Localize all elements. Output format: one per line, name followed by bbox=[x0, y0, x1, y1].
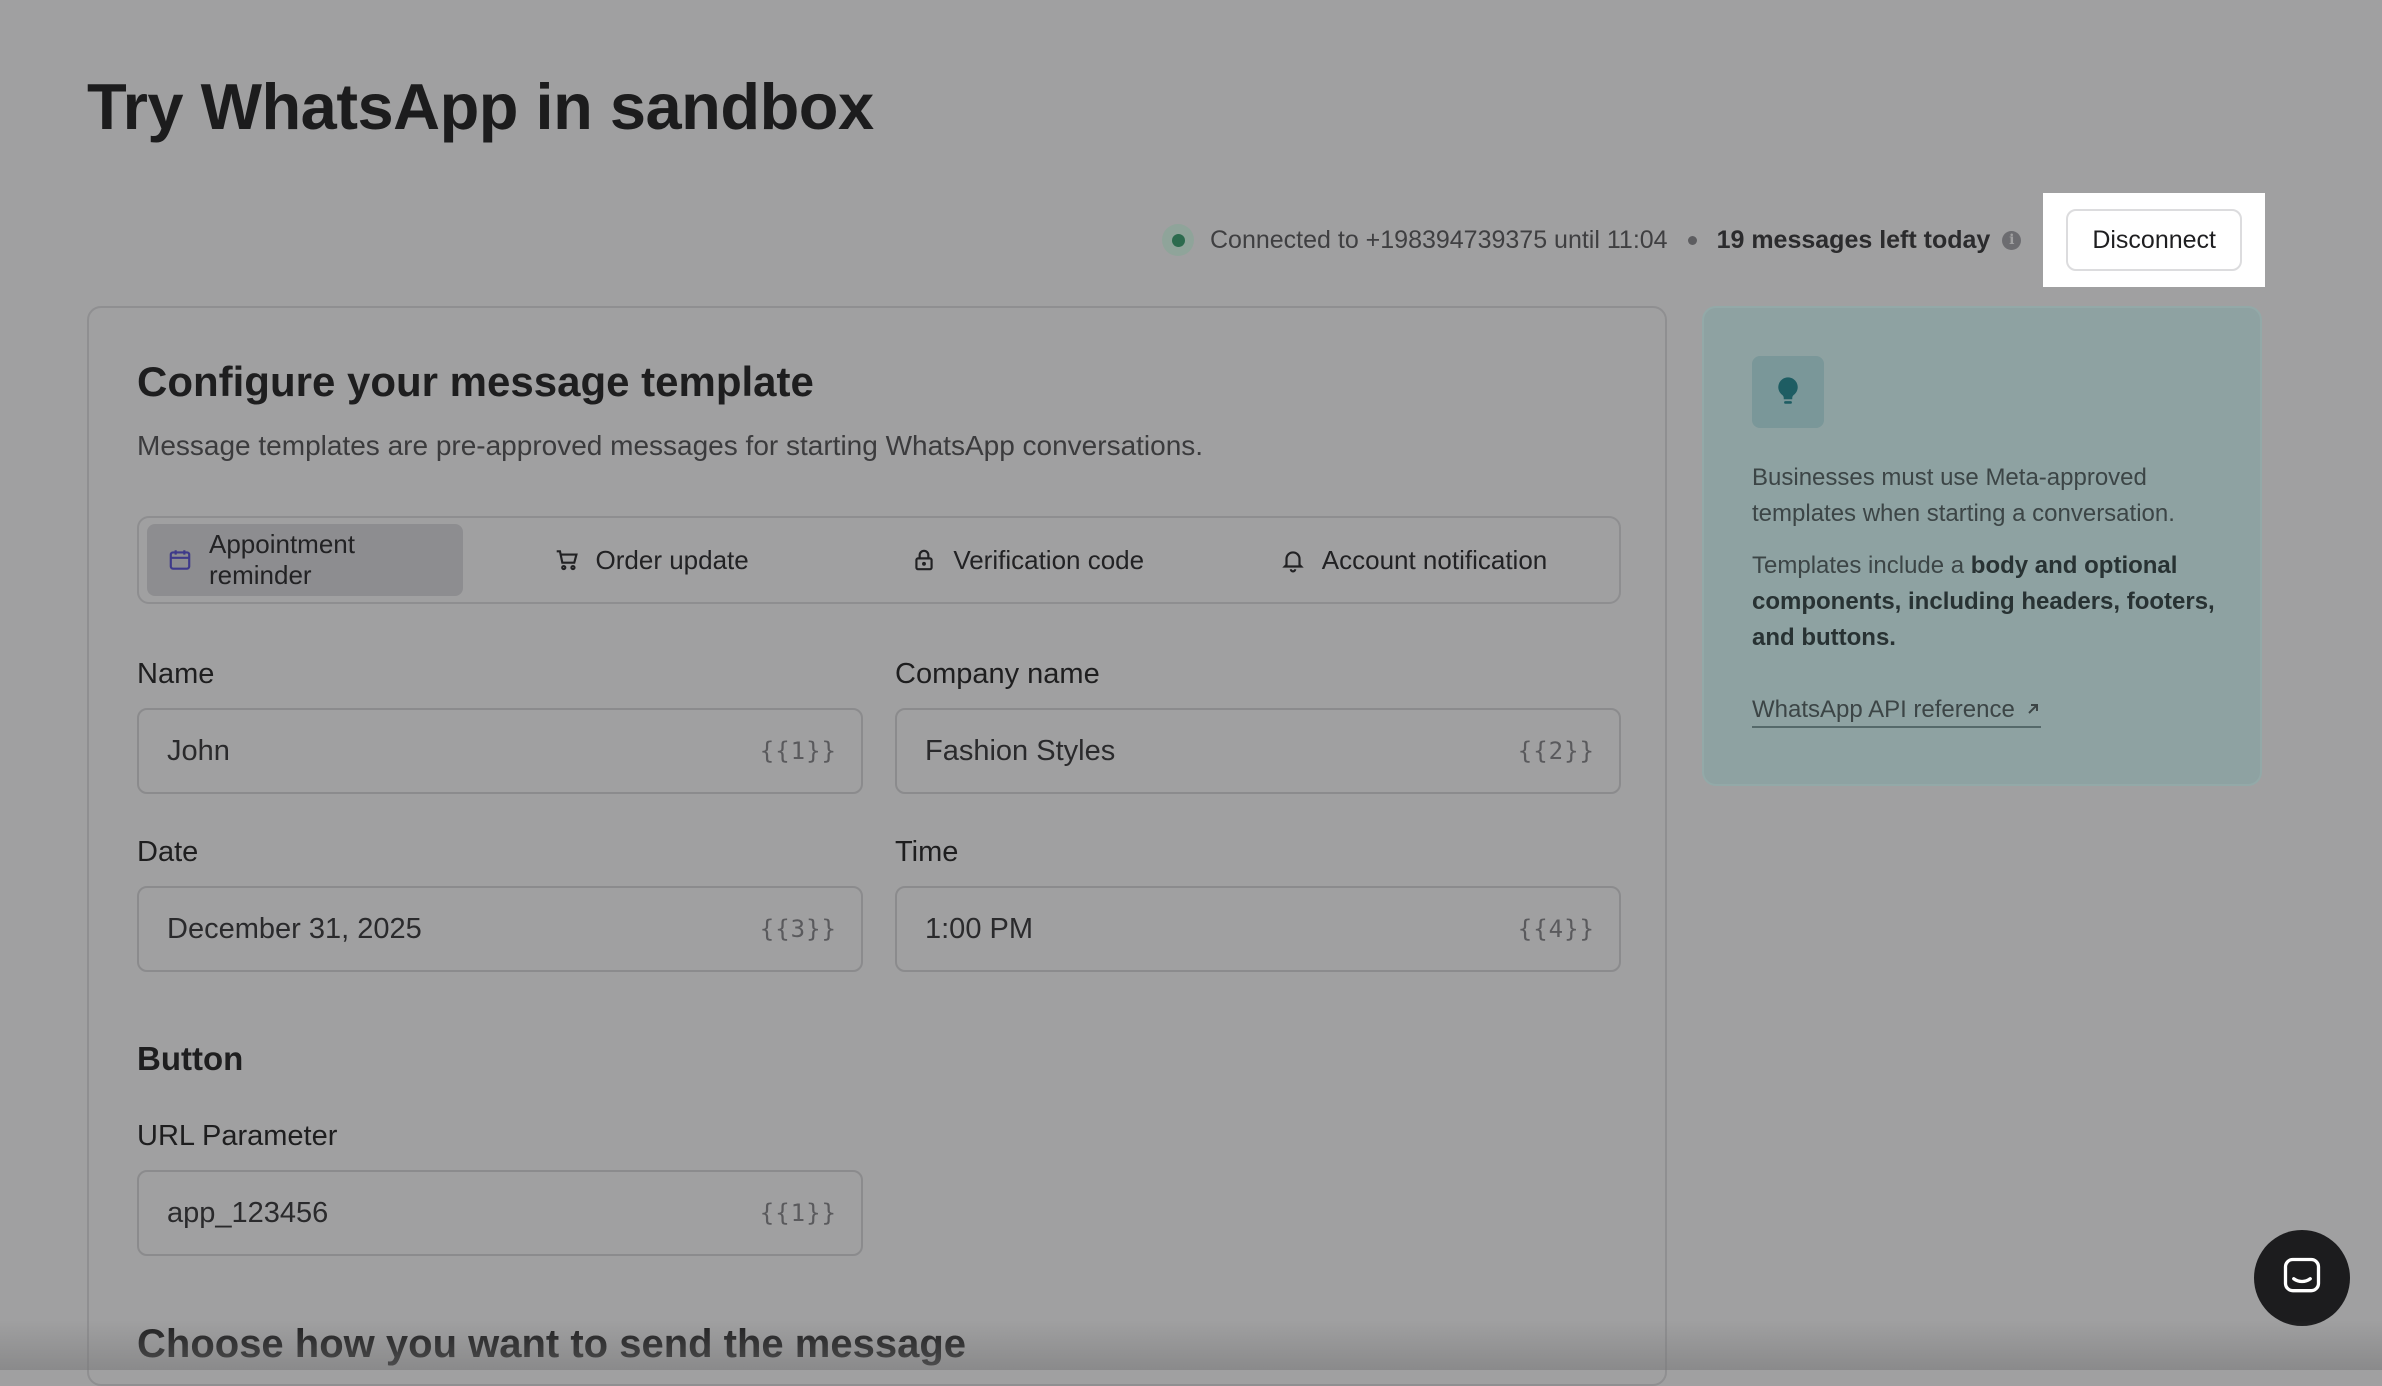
time-field[interactable]: 1:00 PM {{4}} bbox=[895, 886, 1621, 972]
template-tabs: Appointment reminder Order update Verifi… bbox=[137, 516, 1621, 604]
company-name-field[interactable]: Fashion Styles {{2}} bbox=[895, 708, 1621, 794]
tab-label: Account notification bbox=[1321, 544, 1548, 575]
name-variable-tag: {{1}} bbox=[759, 737, 837, 765]
time-variable-tag: {{4}} bbox=[1517, 915, 1595, 943]
tip-paragraph-2: Templates include a body and optional co… bbox=[1752, 548, 2222, 656]
tip-paragraph-1: Businesses must use Meta-approved templa… bbox=[1752, 464, 2175, 527]
name-field[interactable]: John {{1}} bbox=[137, 708, 863, 794]
company-name-label: Company name bbox=[895, 658, 1100, 690]
configure-template-card: Configure your message template Message … bbox=[87, 306, 1667, 1386]
company-name-value: Fashion Styles bbox=[925, 734, 1116, 767]
tip-paragraph-2-prefix: Templates include a bbox=[1752, 552, 1971, 579]
whatsapp-api-reference-link[interactable]: WhatsApp API reference bbox=[1752, 696, 2041, 728]
connected-status-icon bbox=[1162, 224, 1194, 256]
tab-label: Verification code bbox=[953, 544, 1145, 575]
tip-card: Businesses must use Meta-approved templa… bbox=[1702, 306, 2262, 786]
disconnect-button[interactable]: Disconnect bbox=[2066, 209, 2242, 271]
tab-appointment-reminder[interactable]: Appointment reminder bbox=[147, 524, 463, 596]
url-parameter-value: app_123456 bbox=[167, 1196, 329, 1229]
bell-icon bbox=[1280, 547, 1306, 573]
info-icon[interactable]: i bbox=[2002, 230, 2022, 250]
page: Try WhatsApp in sandbox Connected to +19… bbox=[0, 0, 2382, 1386]
api-reference-label: WhatsApp API reference bbox=[1752, 696, 2015, 723]
date-variable-tag: {{3}} bbox=[759, 915, 837, 943]
lightbulb-icon bbox=[1752, 356, 1824, 428]
tab-label: Appointment reminder bbox=[209, 529, 355, 590]
tab-label: Order update bbox=[595, 544, 749, 575]
configure-title: Configure your message template bbox=[137, 358, 814, 405]
messages-left-count: 19 messages left today bbox=[1716, 225, 1991, 254]
chat-icon bbox=[2280, 1254, 2324, 1303]
url-parameter-field[interactable]: app_123456 {{1}} bbox=[137, 1170, 863, 1256]
name-label: Name bbox=[137, 658, 215, 690]
send-method-heading: Choose how you want to send the message bbox=[137, 1322, 967, 1366]
lock-icon bbox=[911, 547, 937, 573]
connection-status-text: Connected to +198394739375 until 11:04 bbox=[1210, 225, 1668, 254]
connection-status-bar: Connected to +198394739375 until 11:04 1… bbox=[1162, 193, 2265, 287]
calendar-icon bbox=[167, 547, 193, 573]
company-variable-tag: {{2}} bbox=[1517, 737, 1595, 765]
separator-dot bbox=[1687, 235, 1697, 245]
time-label: Time bbox=[895, 836, 959, 868]
date-label: Date bbox=[137, 836, 199, 868]
url-parameter-label: URL Parameter bbox=[137, 1120, 338, 1152]
time-value: 1:00 PM bbox=[925, 912, 1033, 945]
tab-verification-code[interactable]: Verification code bbox=[839, 524, 1216, 596]
cart-icon bbox=[554, 547, 580, 573]
date-value: December 31, 2025 bbox=[167, 912, 422, 945]
tab-account-notification[interactable]: Account notification bbox=[1216, 524, 1611, 596]
page-title: Try WhatsApp in sandbox bbox=[87, 70, 874, 143]
date-field[interactable]: December 31, 2025 {{3}} bbox=[137, 886, 863, 972]
button-section-heading: Button bbox=[137, 1040, 244, 1077]
name-value: John bbox=[167, 734, 230, 767]
external-arrow-icon bbox=[2025, 697, 2041, 723]
tab-order-update[interactable]: Order update bbox=[463, 524, 840, 596]
url-parameter-variable-tag: {{1}} bbox=[759, 1199, 837, 1227]
disconnect-highlight: Disconnect bbox=[2043, 193, 2265, 287]
configure-description: Message templates are pre-approved messa… bbox=[137, 430, 1204, 461]
chat-launcher-button[interactable] bbox=[2254, 1230, 2350, 1326]
